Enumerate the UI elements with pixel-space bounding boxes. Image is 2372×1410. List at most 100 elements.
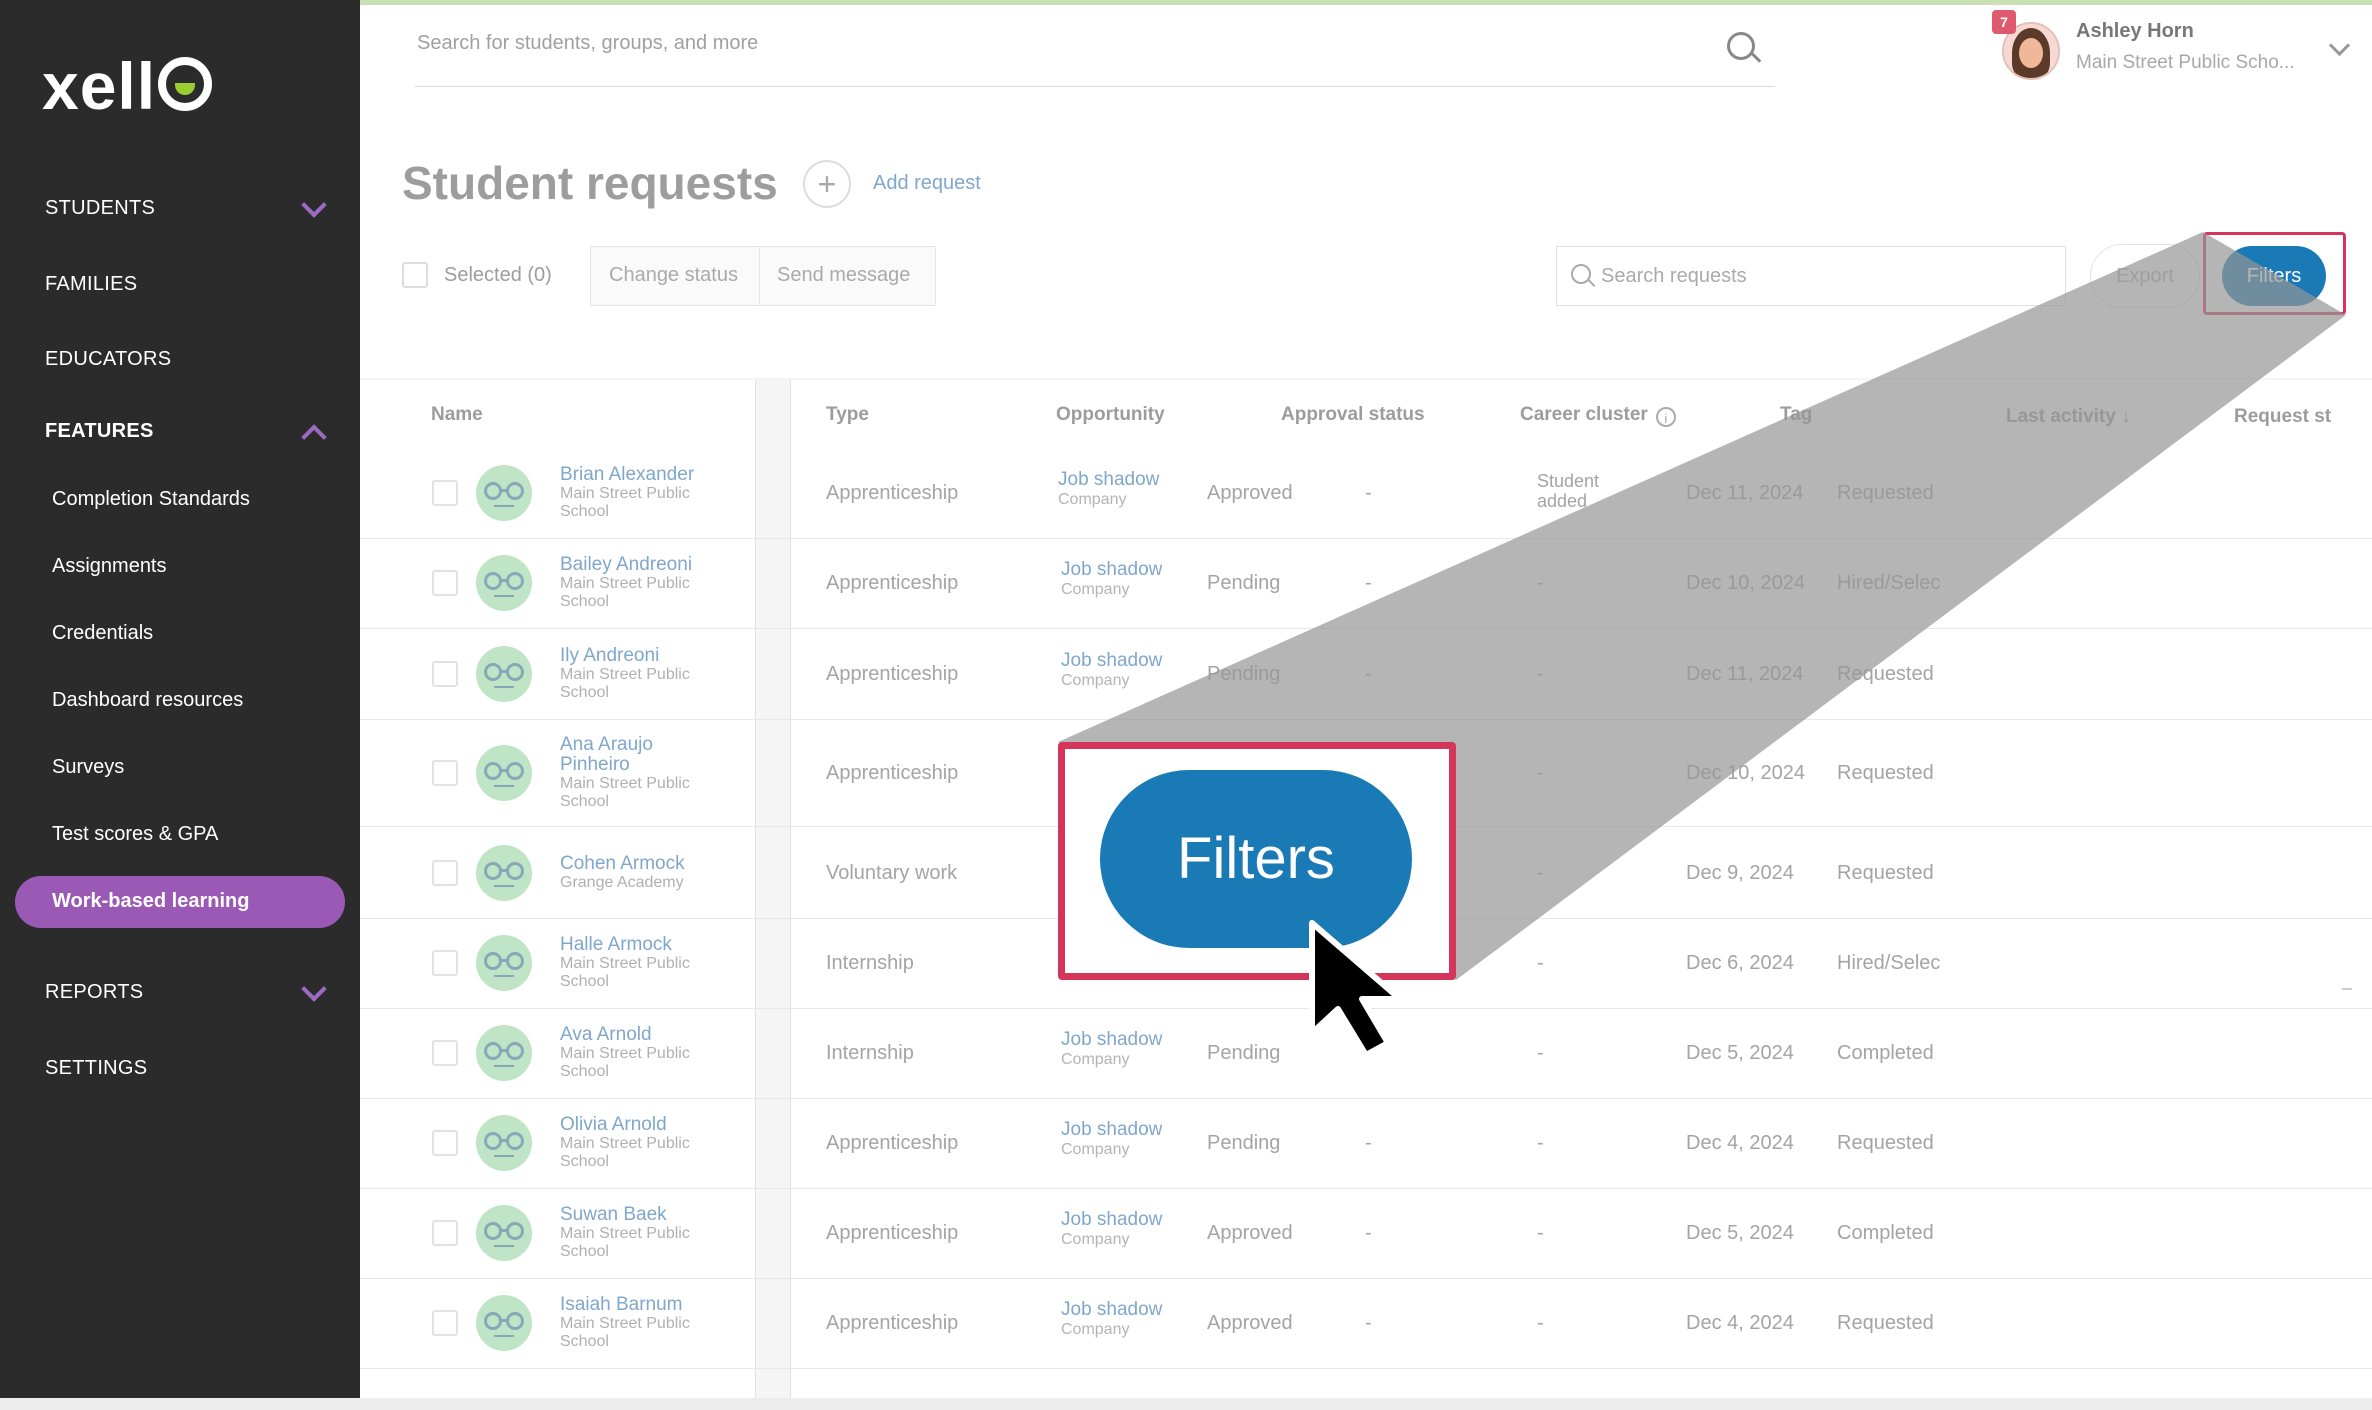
opportunity-company: Company xyxy=(1061,1141,1130,1158)
search-requests-input[interactable]: Search requests xyxy=(1601,265,1747,288)
student-name-link[interactable]: Olivia Arnold xyxy=(560,1115,667,1135)
tag-cell: - xyxy=(1537,1042,1544,1064)
student-name-link[interactable]: Brian Alexander xyxy=(560,465,694,485)
sidebar-item-label: Work-based learning xyxy=(52,890,250,912)
search-icon xyxy=(1571,264,1591,284)
opportunity-link[interactable]: Job shadow xyxy=(1061,559,1162,581)
student-name-link[interactable]: Ana Araujo xyxy=(560,735,653,755)
table-row[interactable]: Brian Alexander Main Street Public School A… xyxy=(360,448,2372,539)
info-icon[interactable]: i xyxy=(1655,407,1676,427)
mouse-pointer-icon xyxy=(1309,920,1403,1058)
request-status-cell: Hired/Selec xyxy=(1837,572,1941,594)
row-checkbox[interactable] xyxy=(432,1040,458,1066)
send-message-button[interactable]: Send message xyxy=(777,264,910,287)
career-cluster-cell: - xyxy=(1365,572,1372,594)
nav-families[interactable]: FAMILIES xyxy=(45,273,137,296)
career-cluster-cell: - xyxy=(1365,482,1372,504)
student-name-link[interactable]: Isaiah Barnum xyxy=(560,1295,683,1315)
row-checkbox[interactable] xyxy=(432,1220,458,1246)
nav-settings[interactable]: SETTINGS xyxy=(45,1057,147,1080)
column-header-request-status[interactable]: Request st xyxy=(2234,406,2331,428)
row-checkbox[interactable] xyxy=(432,480,458,506)
request-status-cell: Requested xyxy=(1837,663,1934,685)
student-school: Grange Academy xyxy=(560,874,684,891)
last-activity-cell: Dec 11, 2024 xyxy=(1686,663,1804,685)
add-request-link[interactable]: Add request xyxy=(873,172,981,195)
career-cluster-cell: - xyxy=(1365,1132,1372,1154)
student-name-link[interactable]: Ily Andreoni xyxy=(560,646,659,666)
opportunity-link[interactable]: Job shadow xyxy=(1058,469,1159,491)
opportunity-link[interactable]: Job shadow xyxy=(1061,650,1162,672)
row-checkbox[interactable] xyxy=(432,570,458,596)
nav-students[interactable]: STUDENTS xyxy=(45,197,155,220)
scrollbar[interactable] xyxy=(2342,988,2352,990)
add-request-button[interactable]: + xyxy=(803,160,851,208)
sidebar-item-completion-standards[interactable]: Completion Standards xyxy=(52,488,250,511)
table-row[interactable]: Bailey Andreoni Main Street Public School A… xyxy=(360,538,2372,629)
chevron-down-icon[interactable] xyxy=(301,192,327,218)
opportunity-link[interactable]: Job shadow xyxy=(1061,1029,1162,1051)
column-header-approval-status[interactable]: Approval status xyxy=(1281,404,1425,426)
approval-status-cell: Pending xyxy=(1207,663,1281,685)
column-header-type[interactable]: Type xyxy=(826,404,869,426)
select-all-checkbox[interactable] xyxy=(402,262,428,288)
table-row[interactable]: Olivia Arnold Main Street Public School App… xyxy=(360,1098,2372,1189)
change-status-button[interactable]: Change status xyxy=(609,264,738,287)
row-checkbox[interactable] xyxy=(432,1310,458,1336)
tag-cell: - xyxy=(1537,1222,1544,1244)
nav-educators[interactable]: EDUCATORS xyxy=(45,348,171,371)
opportunity-company: Company xyxy=(1058,491,1127,508)
column-header-name[interactable]: Name xyxy=(431,404,483,426)
table-row[interactable]: Ily Andreoni Main Street Public School Appr… xyxy=(360,629,2372,720)
column-header-career-cluster[interactable]: Career cluster i xyxy=(1520,404,1676,427)
avatar xyxy=(476,1205,532,1261)
row-checkbox[interactable] xyxy=(432,1130,458,1156)
chevron-down-icon[interactable] xyxy=(301,976,327,1002)
tag-cell: - xyxy=(1537,1312,1544,1334)
approval-status-cell: Pending xyxy=(1207,572,1281,594)
last-activity-cell: Dec 4, 2024 xyxy=(1686,1132,1794,1154)
nav-reports[interactable]: REPORTS xyxy=(45,981,143,1004)
row-checkbox[interactable] xyxy=(432,661,458,687)
sidebar-item-credentials[interactable]: Credentials xyxy=(52,622,153,645)
student-school: Main Street Public xyxy=(560,485,690,502)
sidebar-item-surveys[interactable]: Surveys xyxy=(52,756,124,779)
column-header-opportunity[interactable]: Opportunity xyxy=(1056,404,1165,426)
opportunity-link[interactable]: Job shadow xyxy=(1061,1209,1162,1231)
xello-logo[interactable]: xell xyxy=(42,48,213,124)
row-checkbox[interactable] xyxy=(432,950,458,976)
sidebar-item-assignments[interactable]: Assignments xyxy=(52,555,167,578)
search-icon[interactable] xyxy=(1727,32,1755,60)
opportunity-link[interactable]: Job shadow xyxy=(1061,1299,1162,1321)
sidebar-item-test-scores[interactable]: Test scores & GPA xyxy=(52,823,218,846)
column-header-tag[interactable]: Tag xyxy=(1780,404,1812,426)
chevron-down-icon[interactable] xyxy=(2328,34,2351,57)
student-name-link[interactable]: Suwan Baek xyxy=(560,1205,667,1225)
student-name-link[interactable]: Ava Arnold xyxy=(560,1025,652,1045)
student-name-link[interactable]: Bailey Andreoni xyxy=(560,555,692,575)
global-search[interactable]: Search for students, groups, and more xyxy=(415,22,1775,87)
user-menu[interactable]: 7 Ashley Horn Main Street Public Scho... xyxy=(1980,8,2372,88)
type-cell: Apprenticeship xyxy=(826,1222,959,1244)
nav-features[interactable]: FEATURES xyxy=(45,420,154,443)
sidebar-item-dashboard-resources[interactable]: Dashboard resources xyxy=(52,689,243,712)
request-status-cell: Completed xyxy=(1837,1222,1934,1244)
table-row[interactable]: Suwan Baek Main Street Public School Appren… xyxy=(360,1188,2372,1279)
opportunity-link[interactable]: Job shadow xyxy=(1061,1119,1162,1141)
student-name-link[interactable]: Cohen Armock xyxy=(560,854,685,874)
notification-badge[interactable]: 7 xyxy=(1992,10,2016,34)
search-requests-field[interactable]: Search requests xyxy=(1556,246,2066,306)
column-header-last-activity[interactable]: Last activity ↓ xyxy=(2006,406,2131,428)
student-name-link[interactable]: Halle Armock xyxy=(560,935,672,955)
row-checkbox[interactable] xyxy=(432,860,458,886)
search-input[interactable]: Search for students, groups, and more xyxy=(417,32,758,55)
export-button[interactable]: Export xyxy=(2090,244,2200,308)
sidebar-item-work-based-learning[interactable]: Work-based learning xyxy=(15,876,345,928)
row-checkbox[interactable] xyxy=(432,760,458,786)
student-name-link[interactable]: Pinheiro xyxy=(560,755,630,775)
user-school: Main Street Public Scho... xyxy=(2076,52,2295,73)
selected-count: Selected (0) xyxy=(444,264,552,286)
row-divider xyxy=(360,1368,2372,1369)
chevron-up-icon[interactable] xyxy=(301,424,327,450)
table-row[interactable]: Isaiah Barnum Main Street Public School App… xyxy=(360,1278,2372,1369)
